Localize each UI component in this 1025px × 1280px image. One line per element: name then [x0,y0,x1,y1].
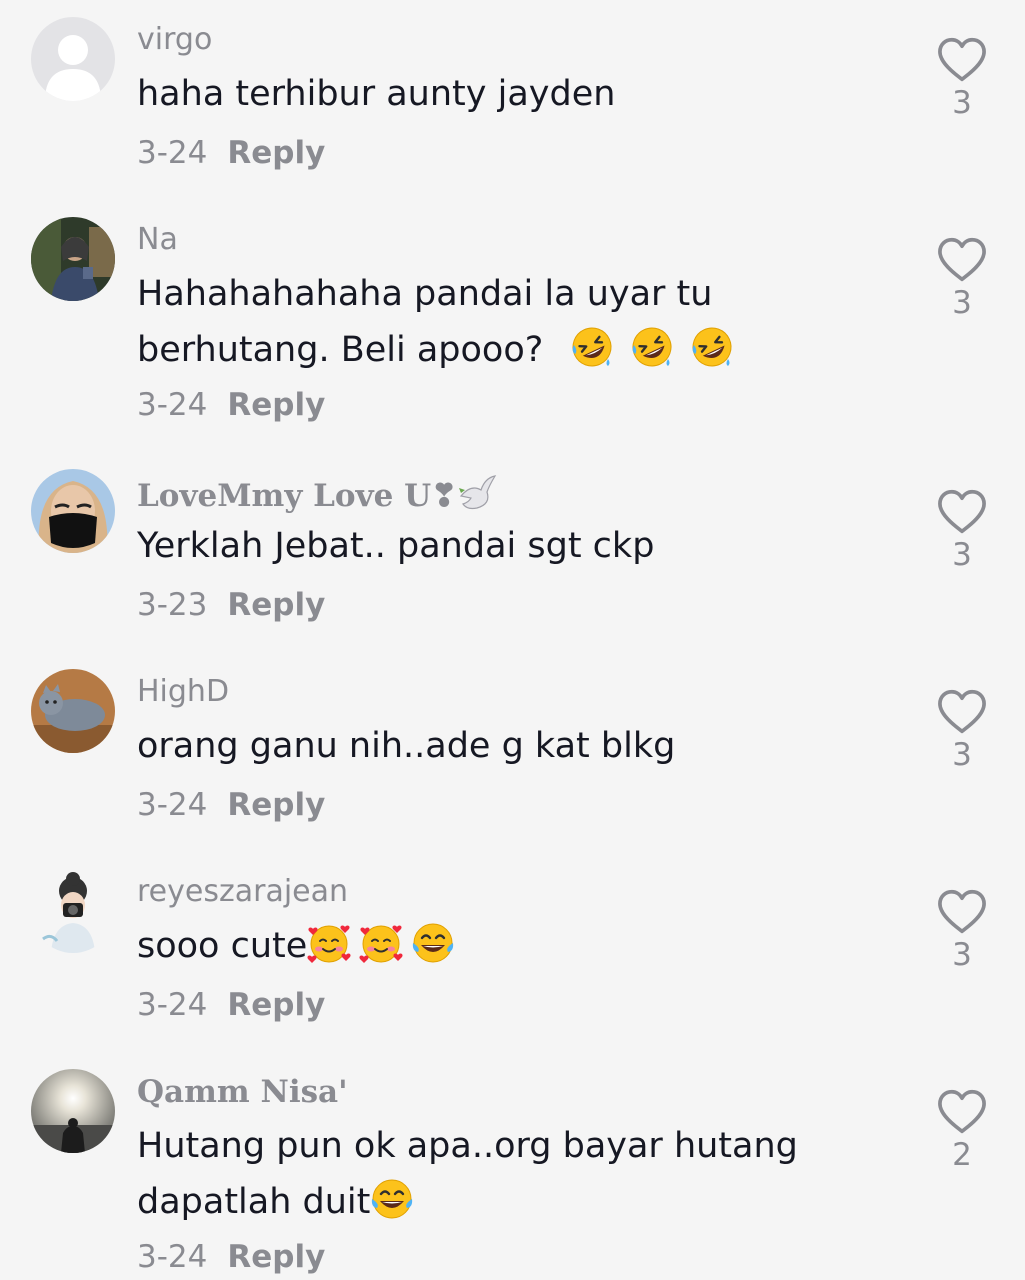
reply-button[interactable]: Reply [227,587,325,623]
comment-item: HighD orang ganu nih..ade g kat blkg 3-2… [0,652,1025,852]
reply-button[interactable]: Reply [227,1239,325,1275]
comment-text-segment: dapatlah duit [137,1182,371,1222]
avatar-photo[interactable] [31,217,115,301]
like-count: 2 [952,1137,972,1173]
like-count: 3 [952,285,972,321]
comment-item: reyeszarajean sooo cute 3-24 Reply 3 [0,852,1025,1052]
heart-outline-icon [936,689,988,735]
face-with-tears-of-joy-emoji [411,921,455,965]
like-button[interactable]: 3 [934,37,990,121]
comment-text-line: Hutang pun ok apa..org bayar hutang [137,1126,798,1166]
comment-item: LoveMmy Love U❣ Yerklah Jebat.. pandai s… [0,452,1025,652]
comment-text-segment: berhutang. Beli apooo? [137,330,544,370]
rolling-on-floor-laughing-emoji [630,325,674,369]
comment-username[interactable]: HighD [137,674,229,710]
like-button[interactable]: 2 [934,1089,990,1173]
comment-username[interactable]: LoveMmy Love U❣ [137,474,497,514]
comment-item: virgo haha terhibur aunty jayden 3-24 Rep… [0,0,1025,200]
reply-button[interactable]: Reply [227,135,325,171]
like-count: 3 [952,537,972,573]
like-count: 3 [952,737,972,773]
comment-date: 3-24 [137,1239,208,1275]
comment-username[interactable]: Qamm Nisa' [137,1074,348,1110]
avatar-photo[interactable] [31,669,115,753]
comment-date: 3-24 [137,387,208,423]
comment-meta: 3-24 Reply [137,1238,325,1276]
like-button[interactable]: 3 [934,489,990,573]
comment-date: 3-24 [137,787,208,823]
comment-text: Hahahahahaha pandai la uyar tu berhutang… [137,266,897,378]
comment-date: 3-24 [137,135,208,171]
comment-text-segment: sooo cute [137,926,308,966]
comment-meta: 3-24 Reply [137,386,325,424]
comment-item: Qamm Nisa' Hutang pun ok apa..org bayar … [0,1052,1025,1280]
heart-outline-icon [936,37,988,83]
like-button[interactable]: 3 [934,237,990,321]
comment-username[interactable]: Na [137,222,178,258]
like-button[interactable]: 3 [934,689,990,773]
comment-item: Na Hahahahahaha pandai la uyar tu berhut… [0,200,1025,452]
like-count: 3 [952,85,972,121]
comment-text-line: berhutang. Beli apooo? [137,322,897,378]
comment-username[interactable]: reyeszarajean [137,874,348,910]
comment-meta: 3-24 Reply [137,134,325,172]
comment-text: haha terhibur aunty jayden [137,74,616,114]
reply-button[interactable]: Reply [227,387,325,423]
comment-text-line: Hahahahahaha pandai la uyar tu [137,274,713,314]
comment-meta: 3-24 Reply [137,786,325,824]
avatar-default[interactable] [31,17,115,101]
comment-date: 3-24 [137,987,208,1023]
like-count: 3 [952,937,972,973]
comment-meta: 3-24 Reply [137,986,325,1024]
comment-username[interactable]: virgo [137,22,212,58]
heart-outline-icon [936,489,988,535]
avatar-photo[interactable] [31,469,115,553]
comment-text: Hutang pun ok apa..org bayar hutang dapa… [137,1118,897,1230]
rolling-on-floor-laughing-emoji [570,325,614,369]
avatar-illustration[interactable] [31,869,115,953]
reply-button[interactable]: Reply [227,987,325,1023]
comment-meta: 3-23 Reply [137,586,325,624]
smiling-face-with-hearts-emoji [359,921,403,965]
heart-outline-icon [936,237,988,283]
face-with-tears-of-joy-emoji [370,1177,414,1221]
reply-button[interactable]: Reply [227,787,325,823]
comment-text: Yerklah Jebat.. pandai sgt ckp [137,526,655,566]
like-button[interactable]: 3 [934,889,990,973]
rolling-on-floor-laughing-emoji [690,325,734,369]
dove-icon [459,475,497,510]
heart-outline-icon [936,889,988,935]
username-text: LoveMmy Love U❣ [137,478,458,514]
heart-outline-icon [936,1089,988,1135]
avatar-photo[interactable] [31,1069,115,1153]
smiling-face-with-hearts-emoji [307,921,351,965]
comment-text: sooo cute [137,918,897,974]
comment-text: orang ganu nih..ade g kat blkg [137,726,676,766]
comment-date: 3-23 [137,587,208,623]
comment-text-line: dapatlah duit [137,1174,897,1230]
